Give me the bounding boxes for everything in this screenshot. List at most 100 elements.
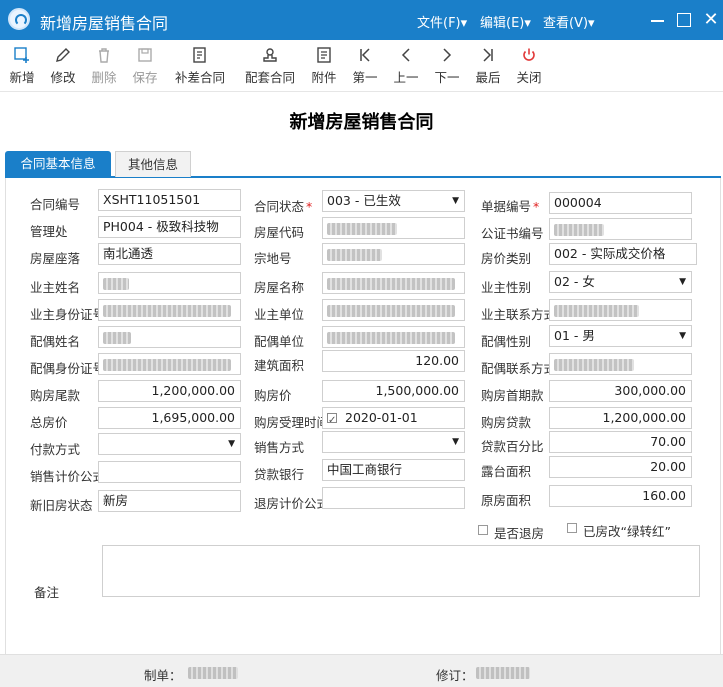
lot-no-field[interactable] [322,243,465,265]
house-state-field[interactable]: 新房 [98,490,241,512]
house-name-field[interactable] [322,272,465,294]
last-button[interactable]: 最后 [472,40,504,92]
terrace-area-field[interactable]: 20.00 [549,456,692,478]
pay-method-select[interactable] [98,433,241,455]
app-logo-icon [8,8,30,30]
price-type-field[interactable]: 002 - 实际成交价格 [549,243,697,265]
label-spouse-gender: 配偶性别 [481,334,532,349]
sale-method-select[interactable] [322,431,465,453]
notary-no-field[interactable] [549,218,692,240]
label-lot-no: 宗地号 [254,251,292,266]
match-contract-button[interactable]: 配套合同 [240,40,300,92]
spouse-contact-field[interactable] [549,353,692,375]
toolbar: 新增 修改 删除 保存 补差合同 配套合同 附件 第一 上一 下一 最后 关闭 [0,40,723,92]
label-owner-contact: 业主联系方式 [481,307,549,322]
redacted-value [327,304,455,317]
spouse-gender-select[interactable]: 01 - 男 [549,325,692,347]
label-loan-bank: 贷款银行 [254,467,305,482]
remark-textarea[interactable] [102,545,700,597]
owner-gender-select[interactable]: 02 - 女 [549,271,692,293]
final-payment-field[interactable]: 1,200,000.00 [98,380,241,402]
menu-edit[interactable]: 编辑(E)▾ [480,12,531,31]
tab-basic-info[interactable]: 合同基本信息 [5,151,111,177]
sale-formula-field[interactable] [98,461,241,483]
original-area-field[interactable]: 160.00 [549,485,692,507]
contract-form: 合同编号 XSHT11051501 合同状态* 003 - 已生效 单据编号* … [5,178,721,654]
label-house-price: 购房价 [254,388,292,403]
contract-no-field[interactable]: XSHT11051501 [98,189,241,211]
spouse-name-field[interactable] [98,326,241,348]
redacted-value [327,248,382,261]
attachment-button[interactable]: 附件 [306,40,342,92]
house-code-field[interactable] [322,217,465,239]
menu-file[interactable]: 文件(F)▾ [417,12,467,31]
maximize-button[interactable] [675,10,695,30]
label-sale-method: 销售方式 [254,440,305,455]
label-spouse-contact: 配偶联系方式 [481,361,549,376]
redacted-value [327,277,455,290]
prev-button[interactable]: 上一 [390,40,422,92]
total-price-field[interactable]: 1,695,000.00 [98,407,241,429]
accept-time-checkbox[interactable] [327,411,337,428]
house-price-field[interactable]: 1,500,000.00 [322,380,465,402]
green-red-checkbox[interactable] [567,523,577,533]
save-button[interactable]: 保存 [127,40,163,92]
label-bill-no: 单据编号 * [481,199,540,214]
label-house-code: 房屋代码 [254,225,305,240]
power-icon [523,48,535,61]
tab-other-info[interactable]: 其他信息 [115,151,191,177]
refund-formula-field[interactable] [322,487,465,509]
label-refund-formula: 退房计价公式 [254,496,322,511]
modify-button[interactable]: 修改 [45,40,81,92]
loan-percent-field[interactable]: 70.00 [549,431,692,453]
supplement-contract-button[interactable]: 补差合同 [170,40,230,92]
house-location-field[interactable]: 南北通透 [98,243,241,265]
label-spouse-unit: 配偶单位 [254,334,305,349]
label-contract-no: 合同编号 [30,197,81,212]
menu-view[interactable]: 查看(V)▾ [543,12,595,31]
building-area-field[interactable]: 120.00 [322,350,465,372]
owner-name-field[interactable] [98,272,241,294]
trash-icon [99,48,109,63]
redacted-value [554,223,604,236]
accept-time-field[interactable]: 2020-01-01 [322,407,465,429]
label-owner-id: 业主身份证号 [30,307,98,322]
next-button[interactable]: 下一 [431,40,463,92]
required-mark: * [533,199,540,214]
required-mark: * [306,199,313,214]
down-payment-field[interactable]: 300,000.00 [549,380,692,402]
label-spouse-id: 配偶身份证号 [30,361,98,376]
window-title: 新增房屋销售合同 [40,14,169,33]
label-original-area: 原房面积 [481,493,532,508]
label-loan-percent: 贷款百分比 [481,439,544,454]
redacted-value [103,331,131,344]
first-button[interactable]: 第一 [349,40,381,92]
close-window-button[interactable]: ✕ [701,10,721,30]
owner-id-field[interactable] [98,299,241,321]
spouse-unit-field[interactable] [322,326,465,348]
owner-contact-field[interactable] [549,299,692,321]
bill-no-field[interactable]: 000004 [549,192,692,214]
is-refund-checkbox[interactable] [478,525,488,535]
loan-bank-field[interactable]: 中国工商银行 [322,459,465,481]
redacted-reviser [476,667,530,679]
title-bar: 新增房屋销售合同 文件(F)▾ 编辑(E)▾ 查看(V)▾ ✕ [0,0,723,40]
tab-bar: 合同基本信息 其他信息 [5,151,721,178]
contract-status-select[interactable]: 003 - 已生效 [322,190,465,212]
office-field[interactable]: PH004 - 极致科技物 [98,216,241,238]
owner-unit-field[interactable] [322,299,465,321]
redacted-value [327,222,397,235]
label-contract-status: 合同状态 * [254,199,313,214]
loan-field[interactable]: 1,200,000.00 [549,407,692,429]
attachment-icon [317,47,331,63]
minimize-button[interactable] [648,10,668,30]
add-button[interactable]: 新增 [4,40,40,92]
label-is-refund: 是否退房 [494,526,545,541]
label-house-location: 房屋座落 [30,251,81,266]
delete-button[interactable]: 删除 [86,40,122,92]
label-owner-name: 业主姓名 [30,280,81,295]
close-button[interactable]: 关闭 [513,40,545,92]
spouse-id-field[interactable] [98,353,241,375]
label-final-payment: 购房尾款 [30,388,81,403]
redacted-value [103,277,129,290]
